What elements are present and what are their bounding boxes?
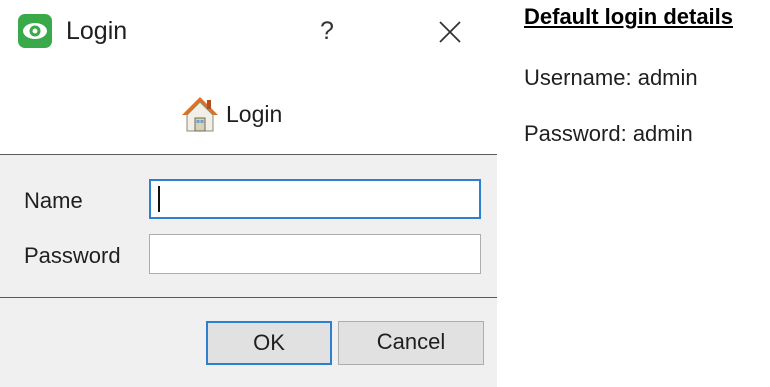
close-icon xyxy=(439,21,461,43)
name-input[interactable] xyxy=(149,179,481,219)
screen: Login ? Login Name Password OK Cancel De… xyxy=(0,0,770,387)
username-note: Username: admin xyxy=(524,65,698,90)
text-caret xyxy=(158,186,160,212)
help-button[interactable]: ? xyxy=(310,14,344,48)
window-title: Login xyxy=(66,17,128,45)
ok-button[interactable]: OK xyxy=(206,321,332,365)
button-bar: OK Cancel xyxy=(0,298,497,387)
title-bar: Login ? xyxy=(0,0,497,62)
dialog-header: Login xyxy=(0,62,497,154)
password-note: Password: admin xyxy=(524,121,693,146)
dialog-header-title: Login xyxy=(226,101,283,127)
home-icon xyxy=(180,94,220,134)
cancel-button[interactable]: Cancel xyxy=(338,321,484,365)
name-label: Name xyxy=(24,188,83,213)
password-input[interactable] xyxy=(149,234,481,274)
eye-icon xyxy=(18,14,52,48)
notes-title: Default login details xyxy=(524,4,734,29)
password-label: Password xyxy=(24,243,121,268)
close-button[interactable] xyxy=(430,13,470,51)
login-dialog: Login ? Login Name Password OK Cancel xyxy=(0,0,497,387)
login-form: Name Password xyxy=(0,155,497,297)
